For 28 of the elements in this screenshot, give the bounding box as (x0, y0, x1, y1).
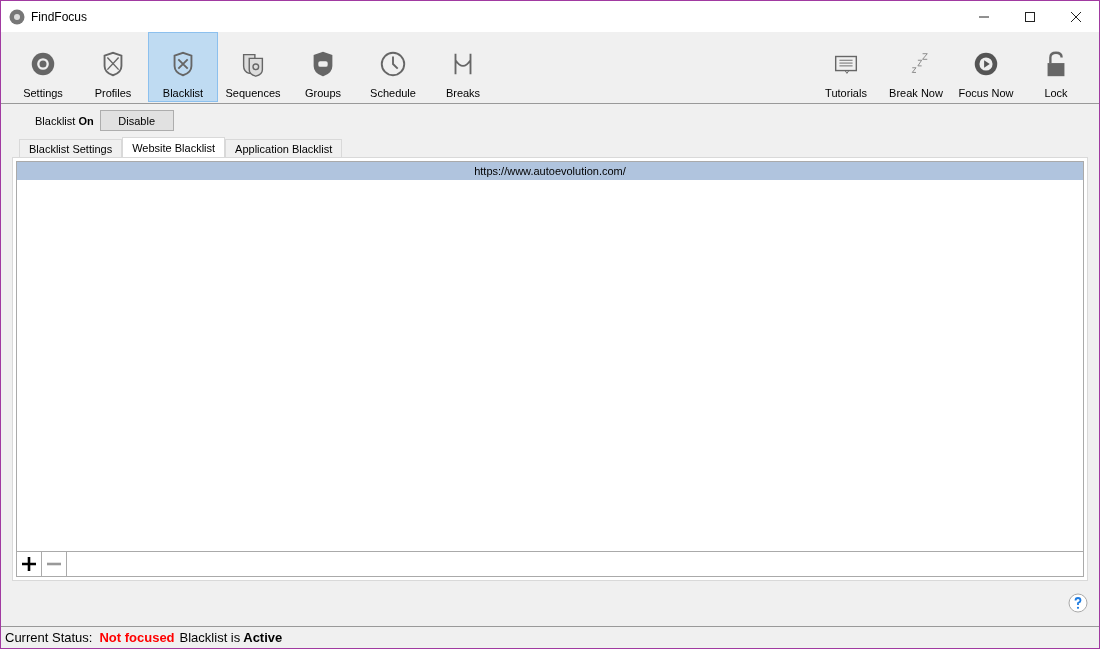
toolbar-button[interactable]: Blacklist (148, 32, 218, 102)
toolbar-button[interactable]: Profiles (78, 32, 148, 102)
app-logo-icon (9, 8, 25, 25)
close-icon[interactable] (1070, 10, 1082, 23)
tab[interactable]: Website Blacklist (122, 137, 226, 157)
toolbar-button[interactable]: Lock (1021, 32, 1091, 102)
maximize-icon[interactable] (1024, 10, 1036, 23)
toolbar-button[interactable]: Break Now (881, 32, 951, 102)
help-icon[interactable] (1068, 593, 1088, 613)
blacklist-status-label: Blacklist On (35, 114, 94, 127)
clock-icon (378, 49, 408, 79)
toolbar-button[interactable]: Focus Now (951, 32, 1021, 102)
toolbar-button[interactable]: Tutorials (811, 32, 881, 102)
blacklist-state: Active (243, 630, 283, 645)
toolbar-button[interactable]: Sequences (218, 32, 288, 102)
plus-icon (22, 557, 36, 571)
toolbar-button[interactable]: Schedule (358, 32, 428, 102)
toolbar-button[interactable]: Breaks (428, 32, 498, 102)
tab[interactable]: Application Blacklist (225, 139, 343, 157)
status-label: Current Status: (5, 630, 93, 645)
tab[interactable]: Blacklist Settings (19, 139, 123, 157)
window-title: FindFocus (31, 9, 88, 24)
blacklist-status-text: Blacklist is (179, 630, 241, 645)
focus-status: Not focused (99, 630, 175, 645)
toolbar-button[interactable]: Settings (8, 32, 78, 102)
disable-button[interactable]: Disable (99, 110, 174, 131)
table-row[interactable]: https://www.autoevolution.com/ (17, 162, 1083, 180)
toolbar-button[interactable]: Groups (288, 32, 358, 102)
